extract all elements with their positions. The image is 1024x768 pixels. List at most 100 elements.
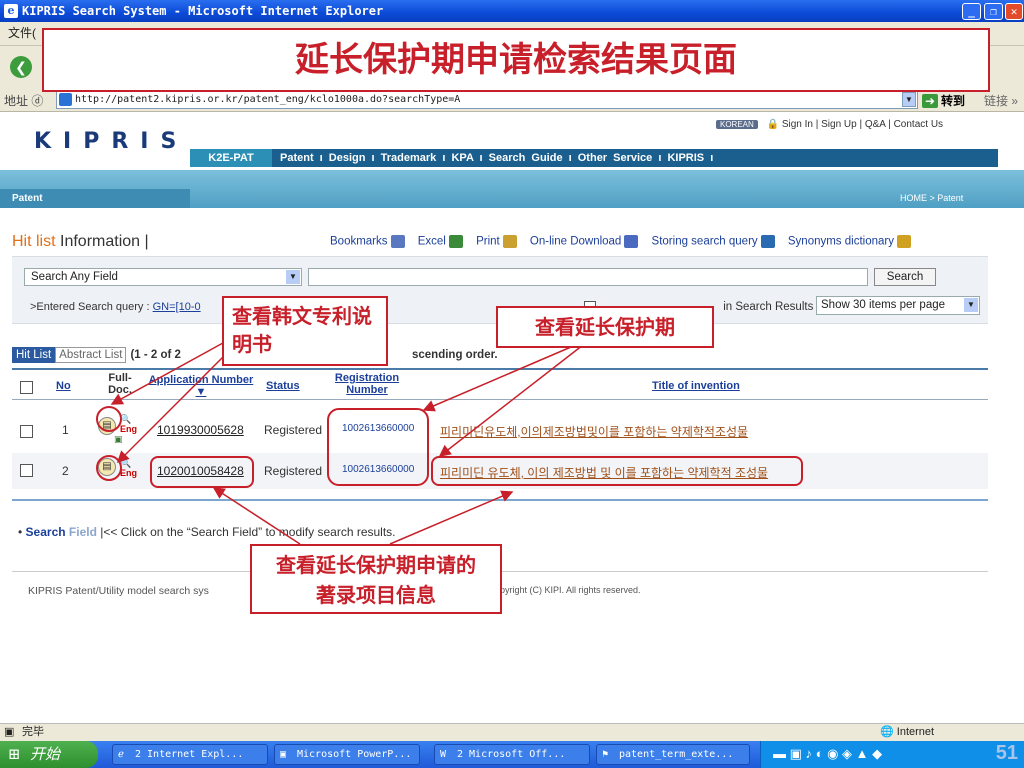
result-toolbar: Bookmarks Excel Print On-line Download S… [330,235,911,248]
internet-zone: 🌐 Internet [880,724,934,740]
kipris-logo[interactable]: KIPRIS [34,129,188,154]
search-input[interactable] [308,268,868,286]
list-tabs: Hit List Abstract List (1 - 2 of 2 [12,347,181,363]
note-bibliographic-info: 查看延长保护期申请的著录项目信息 [250,544,502,614]
menu-file[interactable]: 文件( [8,26,36,40]
row-checkbox[interactable] [20,464,33,477]
task-ie-label: 2 Internet Expl... [135,749,244,760]
address-input[interactable]: http://patent2.kipris.or.kr/patent_eng/k… [56,90,918,109]
search-field-f[interactable]: Field [66,525,97,539]
address-dropdown-icon[interactable]: ▼ [902,92,916,107]
highlight-application-number [150,456,254,488]
header-no[interactable]: No [56,380,71,392]
invention-title-link[interactable]: 피리미딘유도체,이의제조방법및이를 포함하는 약제학적조성물 [440,423,748,440]
minimize-icon[interactable]: _ [962,3,981,20]
header-title[interactable]: Title of invention [652,380,740,392]
section-tab-patent[interactable]: Patent [0,189,190,208]
header-registration-number[interactable]: Registration Number [330,372,404,396]
printer-icon[interactable] [502,235,517,248]
links-label[interactable]: 链接 » [984,92,1018,109]
gnb-design[interactable]: Design [329,152,366,164]
powerpoint-icon: ▣ [280,749,287,760]
entered-query-link[interactable]: GN=[10-0 [153,301,201,313]
footer-text: KIPRIS Patent/Utility model search sys [28,585,209,597]
window-title-bar: e KIPRIS Search System - Microsoft Inter… [0,0,1024,22]
task-powerpoint[interactable]: ▣ Microsoft PowerP... [274,744,420,765]
search-button[interactable]: Search [874,268,936,286]
tab-hit-list[interactable]: Hit List [12,347,56,363]
status-page-icon: ▣ [4,726,15,738]
image-icon[interactable]: ▣ [114,434,123,444]
title-hit-list: Hit list [12,233,56,250]
status-bar: ▣ 完毕 🌐 Internet [0,723,1024,741]
ie-icon: e [4,4,18,18]
go-button[interactable]: ➜ 转到 [922,92,965,109]
download-link[interactable]: On-line Download [530,236,621,248]
lock-icon: 🔒 [766,119,780,130]
qa-link[interactable]: Q&A [865,119,886,130]
table-header: No Full-Doc. Application Number ▼ Status … [12,368,988,400]
go-arrow-icon: ➜ [922,94,938,108]
tab-abstract-list[interactable]: Abstract List [55,347,127,363]
header-application-number[interactable]: Application Number ▼ [142,374,260,398]
header-status[interactable]: Status [266,380,300,392]
korean-link[interactable]: KOREAN [716,120,758,129]
restore-icon[interactable]: ❐ [984,3,1003,20]
sort-desc-icon: ▼ [195,386,207,398]
row-checkbox[interactable] [20,425,33,438]
sign-in-link[interactable]: Sign In [782,119,813,130]
sort-order[interactable]: scending order. [412,349,498,361]
task-internet-explorer[interactable]: ℯ 2 Internet Expl... [112,744,268,765]
gnb-patent[interactable]: Patent [280,152,314,164]
row-status: Registered [264,464,323,478]
breadcrumb: HOME > Patent [900,193,964,203]
store-query-link[interactable]: Storing search query [652,236,758,248]
entered-query-label: >Entered Search query : [30,301,150,313]
note-extension-period: 查看延长保护期 [496,306,714,348]
bookmark-icon[interactable] [390,235,405,248]
address-label: 地址 ⓓ [4,94,44,108]
gnb-search-guide[interactable]: Search Guide [489,152,563,164]
row-status: Registered [264,423,323,437]
per-page-select[interactable]: Show 30 items per page ▼ [816,296,980,315]
gnb-trademark[interactable]: Trademark [381,152,437,164]
header-fulldoc: Full-Doc. [108,372,132,396]
download-icon[interactable] [624,235,639,248]
excel-icon[interactable] [448,235,463,248]
task-pdf[interactable]: ⚑ patent_term_exte... [596,744,750,765]
page-icon [59,93,72,106]
close-icon[interactable]: ✕ [1005,3,1023,20]
contact-link[interactable]: Contact Us [894,119,943,130]
gnb-other-service[interactable]: Other Service [578,152,653,164]
english-document-icon[interactable]: 🔍 Eng [120,414,137,434]
title-information: Information [55,233,141,250]
taskbar: ⊞ 开始 ℯ 2 Internet Expl... ▣ Microsoft Power… [0,741,1024,768]
synonyms-link[interactable]: Synonyms dictionary [788,236,894,248]
highlight-korean-doc-2 [96,455,122,481]
address-url: http://patent2.kipris.or.kr/patent_eng/k… [75,94,461,105]
back-icon[interactable]: ❮ [10,56,32,78]
excel-link[interactable]: Excel [418,236,446,248]
tray-icons[interactable]: ▬ ▣ ♪ ◐ ◉ ◈ ▲ ◆ [773,746,882,762]
table-row: 1 ▤ 🔍 Eng ▣ 1019930005628 Registered 1002… [12,412,988,448]
sign-up-link[interactable]: Sign Up [821,119,857,130]
gnb-kipris[interactable]: KIPRIS [667,152,704,164]
select-all-checkbox[interactable] [20,381,33,394]
highlight-registration-number [327,408,429,486]
search-field-s[interactable]: Search [26,525,66,539]
k2e-pat-tab[interactable]: K2E-PAT [190,149,272,167]
start-button[interactable]: ⊞ 开始 [0,741,98,768]
window-title: KIPRIS Search System - Microsoft Interne… [22,4,384,18]
search-field-select[interactable]: Search Any Field ▼ [24,268,302,286]
bookmarks-link[interactable]: Bookmarks [330,236,388,248]
english-document-icon[interactable]: 🔍 Eng [120,458,137,478]
search-field-text: |<< Click on the “Search Field” to modif… [100,525,396,539]
slide-number: 51 [995,742,1018,764]
task-word[interactable]: W 2 Microsoft Off... [434,744,590,765]
header-application-label: Application Number [148,374,254,386]
dictionary-icon[interactable] [896,235,911,248]
print-link[interactable]: Print [476,236,500,248]
application-number-link[interactable]: 1019930005628 [157,423,244,437]
gnb-kpa[interactable]: KPA [451,152,473,164]
folder-icon[interactable] [760,235,775,248]
